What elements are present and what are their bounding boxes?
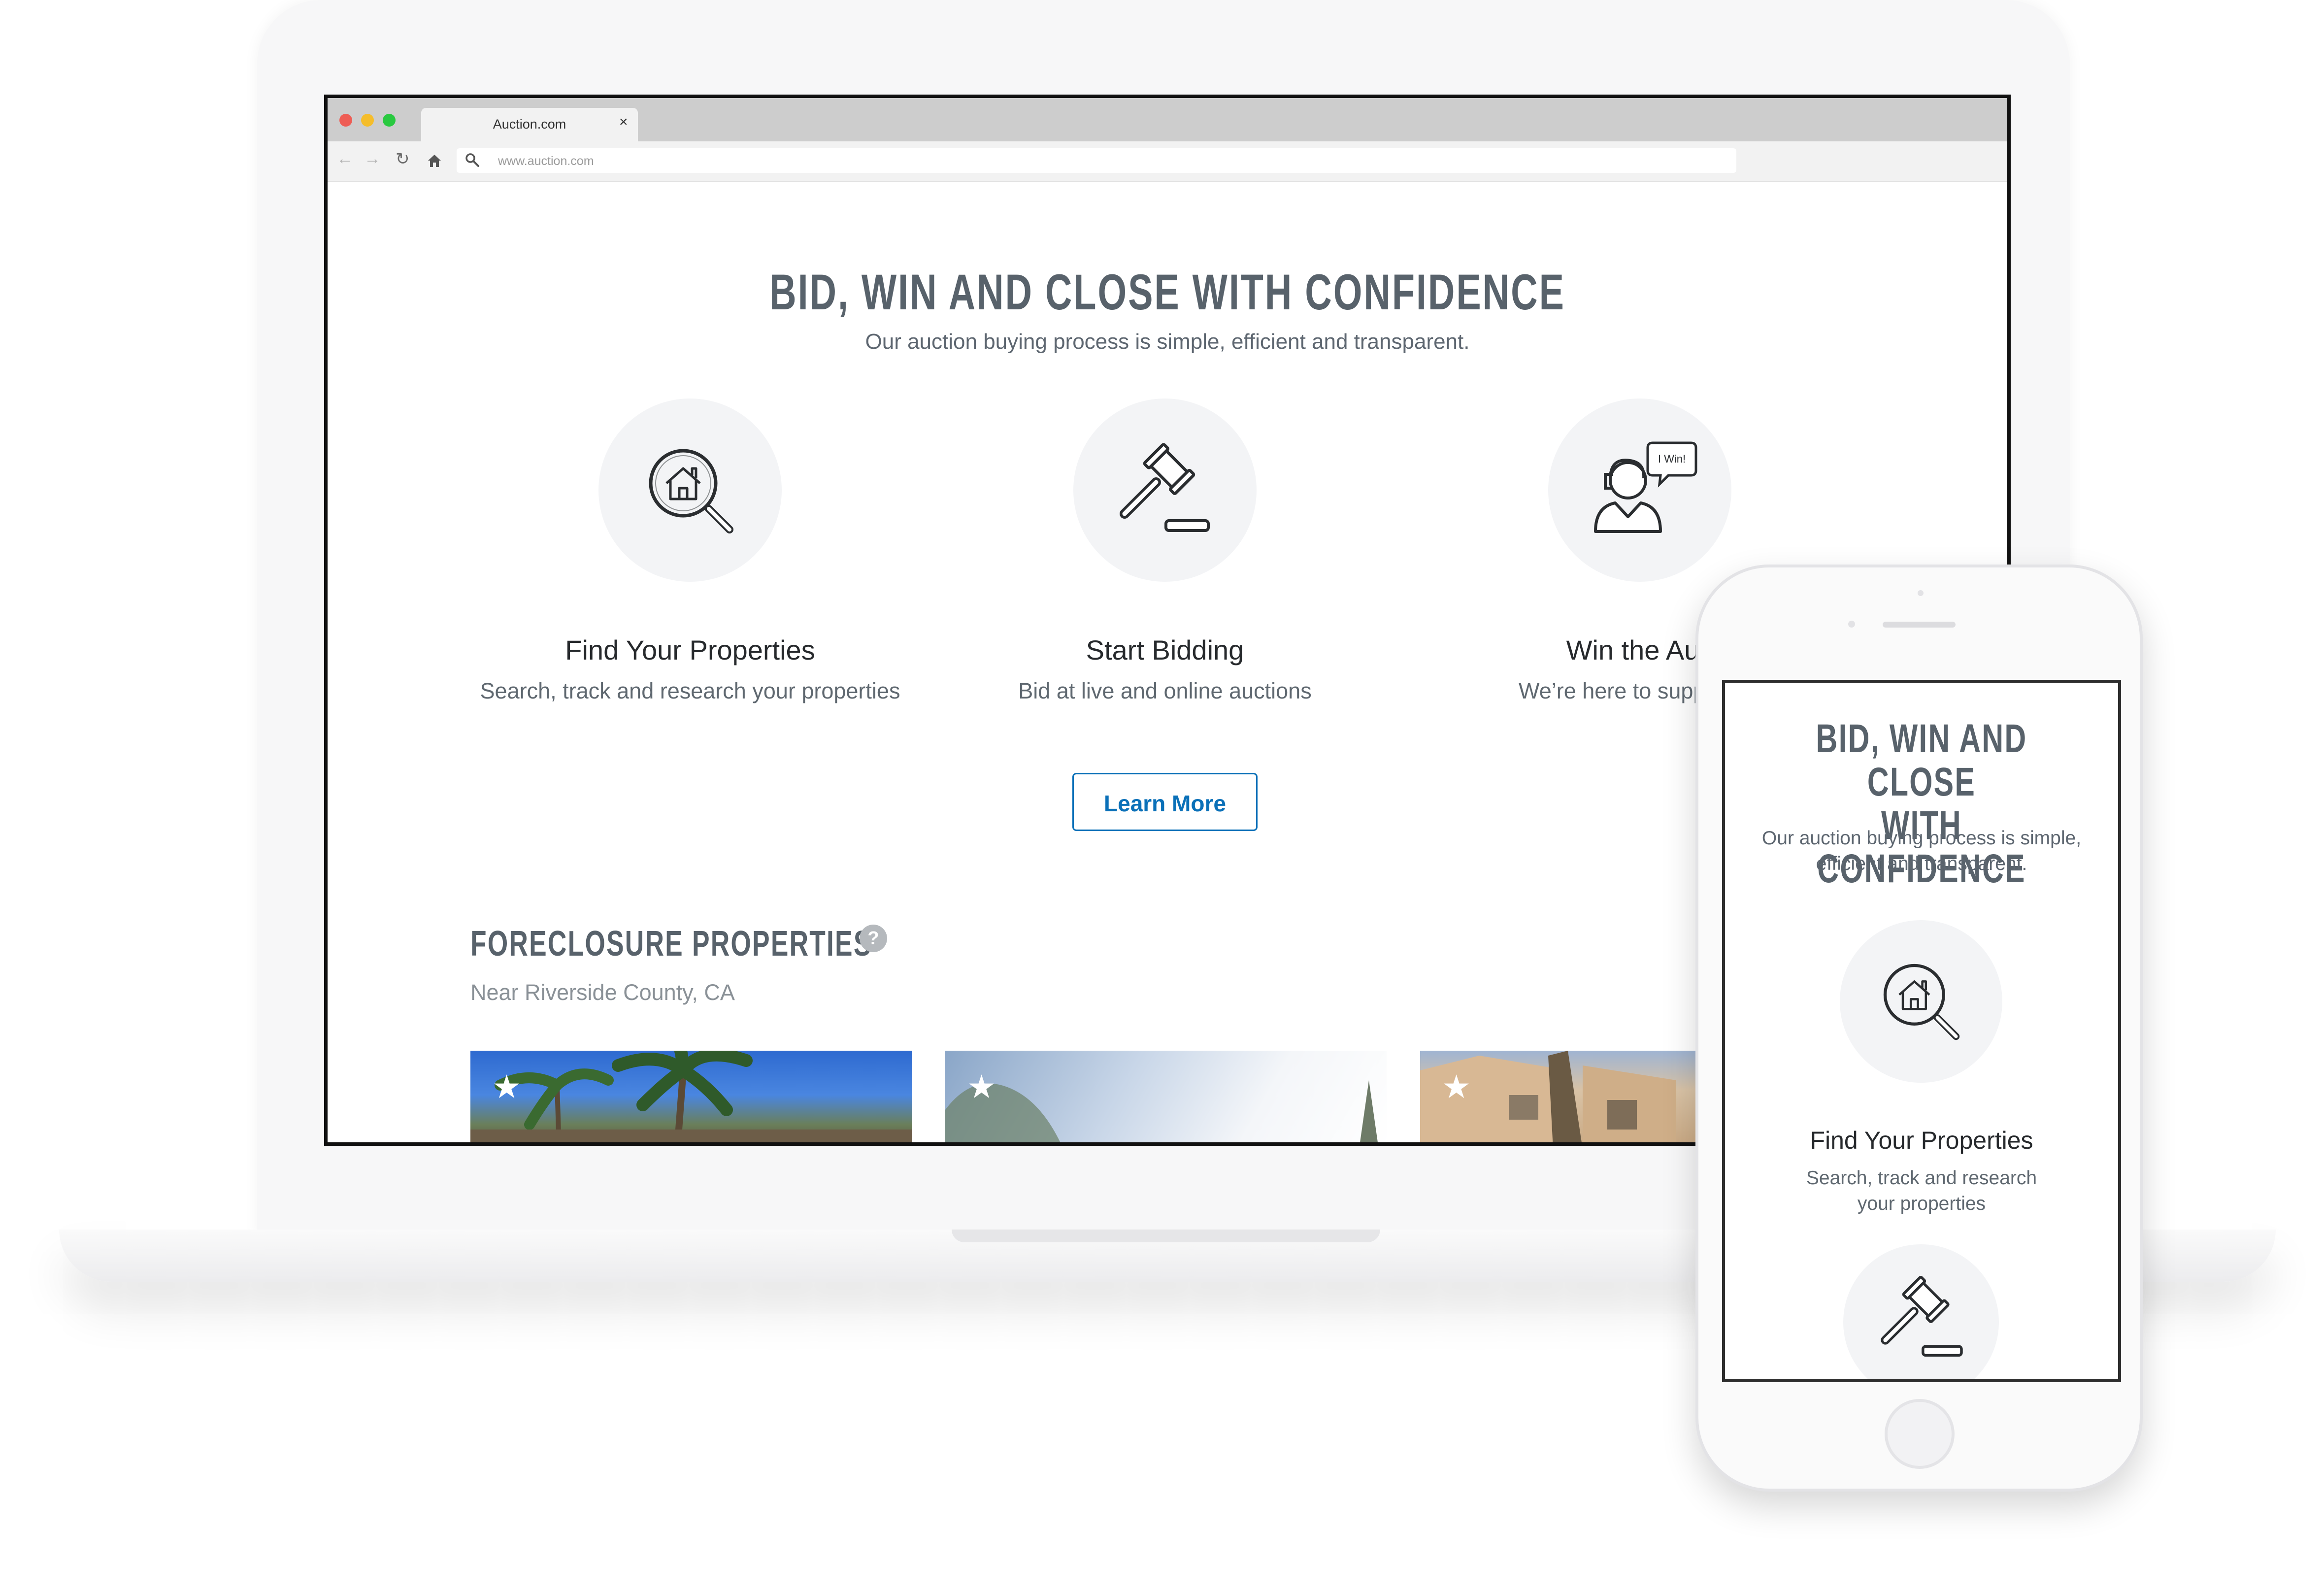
mobile-title-line: BID, WIN AND CLOSE <box>1816 716 2027 804</box>
mobile-feature-icon-circle <box>1840 920 2002 1083</box>
tab-title: Auction.com <box>493 117 566 132</box>
palm-trees-image <box>470 1051 912 1142</box>
browser-tab-bar: Auction.com × <box>328 98 2007 141</box>
browser-tab[interactable]: Auction.com × <box>421 108 638 141</box>
property-card-image[interactable]: ★ <box>470 1051 912 1142</box>
forward-arrow-icon[interactable]: → <box>364 149 381 168</box>
favorite-star-icon[interactable]: ★ <box>492 1070 521 1103</box>
phone-speaker <box>1883 622 1956 628</box>
feature-title: Start Bidding <box>1086 634 1244 665</box>
feature-description: Search, track and research your properti… <box>480 678 900 703</box>
search-icon <box>464 151 481 172</box>
section-location: Near Riverside County, CA <box>470 980 735 1005</box>
address-bar[interactable]: www.auction.com <box>457 148 1736 173</box>
gavel-icon <box>1120 443 1210 532</box>
mobile-page-subtitle: Our auction buying process is simple, ef… <box>1761 828 2082 874</box>
phone-camera <box>1848 621 1855 628</box>
reload-icon[interactable]: ↻ <box>396 149 410 169</box>
phone-frame: BID, WIN AND CLOSE WITH CONFIDENCE Our a… <box>1695 565 2143 1492</box>
window-minimize-dot[interactable] <box>361 114 374 127</box>
mobile-feature-title: Find Your Properties <box>1810 1127 2033 1154</box>
speech-bubble-text: I Win! <box>1658 453 1686 465</box>
feature-icon-circle: I Win! <box>1548 399 1731 582</box>
trees-image <box>945 1080 1378 1142</box>
favorite-star-icon[interactable]: ★ <box>967 1070 996 1103</box>
browser-toolbar: ← → ↻ www.auction.com <box>328 141 2007 182</box>
help-icon[interactable]: ? <box>860 925 887 952</box>
phone-home-button[interactable] <box>1885 1399 1955 1469</box>
phone-screen: BID, WIN AND CLOSE WITH CONFIDENCE Our a… <box>1722 680 2121 1382</box>
laptop-notch <box>952 1230 1380 1242</box>
window-close-dot[interactable] <box>339 114 352 127</box>
property-card-image[interactable]: ★ <box>945 1051 1387 1142</box>
feature-description: Bid at live and online auctions <box>1018 678 1312 703</box>
page-subtitle: Our auction buying process is simple, ef… <box>865 330 1470 354</box>
feature-title: Find Your Properties <box>565 634 815 665</box>
house-search-icon <box>649 449 733 533</box>
learn-more-button[interactable]: Learn More <box>1072 773 1258 831</box>
url-text: www.auction.com <box>498 154 594 168</box>
back-arrow-icon[interactable]: ← <box>336 149 353 168</box>
gavel-icon <box>1881 1276 1963 1357</box>
house-search-icon <box>1883 964 1960 1040</box>
home-icon[interactable] <box>426 152 443 171</box>
page-title: BID, WIN AND CLOSE WITH CONFIDENCE <box>769 264 1565 320</box>
winner-icon: I Win! <box>1594 441 1697 533</box>
window-maximize-dot[interactable] <box>383 114 396 127</box>
phone-sensor <box>1918 590 1924 596</box>
mobile-feature-description: Search, track and research your properti… <box>1806 1167 2037 1214</box>
section-title: FORECLOSURE PROPERTIES <box>470 924 872 964</box>
mobile-feature-icon-circle <box>1843 1244 1999 1379</box>
favorite-star-icon[interactable]: ★ <box>1442 1070 1471 1103</box>
feature-icon-circle <box>1073 399 1257 582</box>
feature-icon-circle <box>598 399 782 582</box>
tab-close-icon[interactable]: × <box>619 114 628 131</box>
